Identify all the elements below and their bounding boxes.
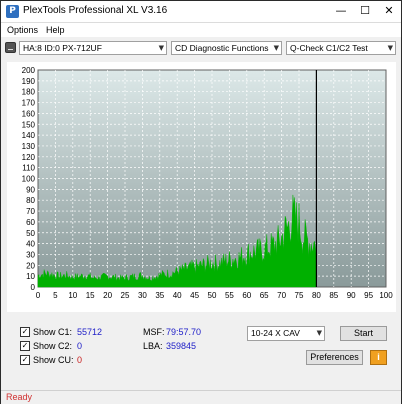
start-button[interactable]: Start (340, 326, 387, 341)
lba-value: 359845 (166, 341, 197, 351)
x-tick-label: 65 (260, 291, 269, 300)
maximize-button[interactable]: ☐ (353, 1, 377, 22)
show-c2-checkbox[interactable]: ✓ (20, 341, 30, 351)
x-tick-label: 80 (312, 291, 321, 300)
test-select[interactable]: Q-Check C1/C2 Test ▼ (286, 41, 396, 55)
cu-count: 0 (77, 355, 83, 365)
y-tick-label: 180 (22, 88, 36, 97)
y-tick-label: 70 (26, 207, 35, 216)
y-tick-label: 110 (22, 164, 35, 173)
y-tick-label: 20 (26, 261, 35, 270)
x-tick-label: 70 (277, 291, 286, 300)
x-tick-label: 10 (68, 291, 77, 300)
x-tick-label: 35 (155, 291, 164, 300)
info-icon[interactable]: i (370, 350, 387, 365)
show-c2-label: Show C2: (33, 341, 73, 351)
msf-value: 79:57.70 (166, 327, 202, 337)
show-c1-label: Show C1: (33, 327, 73, 337)
y-tick-label: 200 (22, 66, 36, 75)
title-bar: P PlexTools Professional XL V3.16 — ☐ ✕ (1, 1, 401, 23)
y-tick-label: 120 (22, 153, 36, 162)
drive-select-value: HA:8 ID:0 PX-712UF (23, 43, 102, 53)
y-tick-label: 170 (22, 99, 36, 108)
x-tick-label: 15 (86, 291, 95, 300)
function-select-value: CD Diagnostic Functions (175, 43, 269, 53)
y-tick-label: 140 (22, 131, 36, 140)
x-tick-label: 60 (242, 291, 251, 300)
x-tick-label: 75 (295, 291, 304, 300)
test-select-value: Q-Check C1/C2 Test (290, 43, 368, 53)
x-tick-label: 25 (121, 291, 130, 300)
c1-c2-chart: 0102030405060708090100110120130140150160… (22, 66, 394, 300)
y-tick-label: 60 (26, 218, 35, 227)
lba-label: LBA: (143, 341, 163, 351)
app-window: P PlexTools Professional XL V3.16 — ☐ ✕ … (0, 0, 402, 404)
preferences-button[interactable]: Preferences (306, 350, 363, 365)
function-select[interactable]: CD Diagnostic Functions ▼ (171, 41, 282, 55)
drive-select[interactable]: HA:8 ID:0 PX-712UF ▼ (19, 41, 167, 55)
x-tick-label: 40 (173, 291, 182, 300)
y-tick-label: 150 (22, 120, 36, 129)
speed-select[interactable]: 10-24 X CAV ▼ (247, 326, 325, 341)
plextools-app-icon: P (6, 5, 19, 18)
y-tick-label: 190 (22, 77, 36, 86)
x-tick-label: 100 (379, 291, 393, 300)
x-tick-label: 85 (329, 291, 338, 300)
y-tick-label: 30 (26, 250, 35, 259)
chevron-down-icon: ▼ (273, 44, 279, 52)
chevron-down-icon: ▼ (387, 44, 393, 52)
x-tick-label: 55 (225, 291, 234, 300)
menu-bar: Options Help (1, 23, 401, 37)
show-c1-checkbox[interactable]: ✓ (20, 327, 30, 337)
c1-count: 55712 (77, 327, 103, 337)
x-tick-label: 50 (208, 291, 217, 300)
x-tick-label: 0 (36, 291, 41, 300)
x-tick-label: 95 (364, 291, 373, 300)
speed-select-value: 10-24 X CAV (251, 328, 300, 338)
window-title: PlexTools Professional XL V3.16 (23, 5, 168, 16)
y-tick-label: 160 (22, 109, 36, 118)
chevron-down-icon: ▼ (158, 44, 164, 52)
y-tick-label: 100 (22, 175, 36, 184)
y-tick-label: 90 (26, 185, 35, 194)
x-tick-label: 30 (138, 291, 147, 300)
status-bar: Ready (1, 390, 401, 404)
x-tick-label: 20 (103, 291, 112, 300)
status-text: Ready (6, 392, 33, 402)
x-tick-label: 5 (53, 291, 58, 300)
y-tick-label: 80 (26, 196, 35, 205)
minimize-button[interactable]: — (329, 1, 353, 22)
toolbar: HA:8 ID:0 PX-712UF ▼ CD Diagnostic Funct… (1, 38, 401, 59)
y-tick-label: 40 (26, 240, 35, 249)
y-tick-label: 50 (26, 229, 35, 238)
y-tick-label: 130 (22, 142, 36, 151)
close-button[interactable]: ✕ (377, 1, 401, 22)
msf-label: MSF: (143, 327, 165, 337)
x-tick-label: 45 (190, 291, 199, 300)
chart-panel: 0 10 20 30 40 50 60 70 80 90 100 110 120 130 140 150 160… (7, 62, 396, 312)
menu-help[interactable]: Help (46, 25, 65, 35)
c2-count: 0 (77, 341, 83, 351)
show-cu-label: Show CU: (33, 355, 74, 365)
show-cu-checkbox[interactable]: ✓ (20, 355, 30, 365)
chevron-down-icon: ▼ (316, 329, 322, 337)
drive-icon (5, 42, 16, 53)
menu-options[interactable]: Options (7, 25, 38, 35)
y-tick-label: 10 (26, 272, 35, 281)
x-tick-label: 90 (347, 291, 356, 300)
